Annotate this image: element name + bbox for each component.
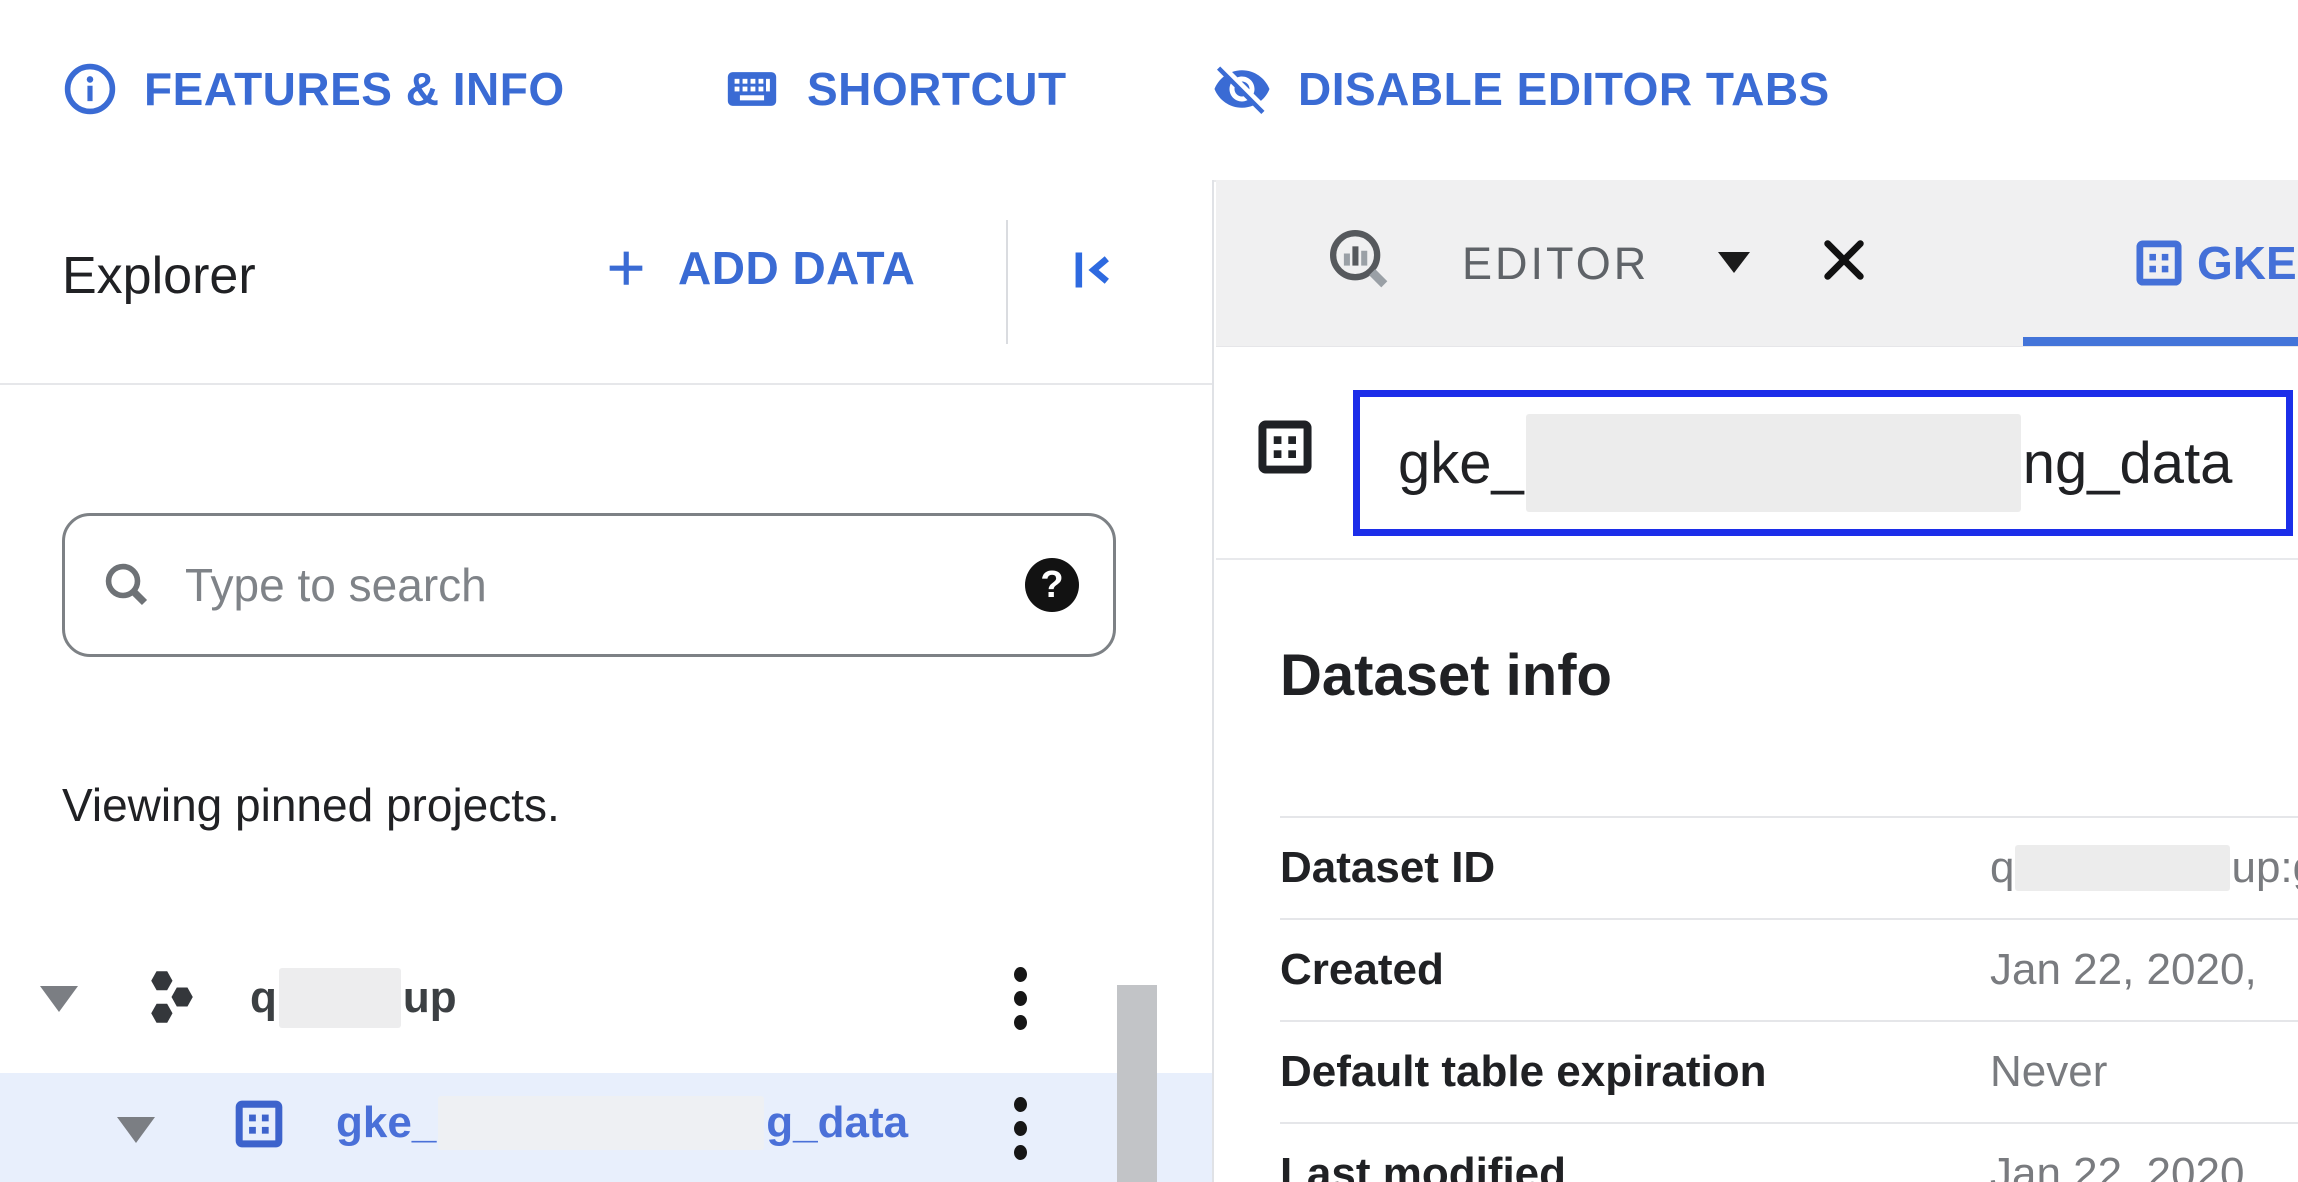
section-divider [1216,558,2298,560]
top-toolbar: FEATURES & INFO SHORTCUT DISAB [0,0,2298,182]
disable-editor-tabs-label: DISABLE EDITOR TABS [1298,62,1830,116]
row-label: Default table expiration [1280,1047,1767,1097]
dataset-title-field[interactable]: gke_ ng_data [1353,390,2293,536]
project-hexagons-icon [140,960,204,1034]
tree-row-project[interactable]: q up [0,950,1212,1046]
expander-triangle-icon[interactable] [117,1117,155,1143]
workspace-panel: EDITOR GKE [1216,180,2298,1182]
expander-triangle-icon[interactable] [40,986,78,1012]
editor-tab-bar: EDITOR GKE [1216,180,2298,347]
features-info-label: FEATURES & INFO [144,62,565,116]
dataset-title-prefix: gke_ [1398,430,1524,497]
dataset-title-suffix: ng_data [2023,430,2233,497]
dataset-name-prefix: gke_ [336,1098,436,1148]
dataset-info-heading: Dataset info [1280,642,1612,709]
add-data-button[interactable]: ADD DATA [598,240,915,296]
dataset-icon [2131,235,2187,291]
active-tab-indicator [2023,337,2298,346]
search-box: ? [62,513,1116,657]
row-value-suffix: up:gke_ [2231,843,2298,893]
explorer-header: Explorer ADD DATA [0,180,1212,385]
editor-tab-label[interactable]: EDITOR [1462,238,1649,290]
explorer-panel: Explorer ADD DATA ? Viewing pinned proj [0,180,1214,1182]
row-value-prefix: q [1990,843,2014,893]
features-info-button[interactable]: FEATURES & INFO [62,0,565,178]
redaction-box [279,968,401,1028]
row-label: Created [1280,945,1444,995]
keyboard-icon [723,60,781,118]
dataset-name-suffix: g_data [766,1098,908,1148]
explorer-title: Explorer [62,246,256,306]
dataset-name: gke_ g_data [336,1073,908,1173]
kebab-menu-icon[interactable] [1014,967,1027,1030]
close-icon[interactable] [1816,232,1872,288]
table-row-dataset-id: Dataset ID q up:gke_ [1280,816,2298,918]
kebab-menu-icon[interactable] [1014,1097,1027,1160]
info-icon [62,61,118,117]
dataset-icon [230,1095,288,1153]
plus-icon [598,240,654,296]
tab-gke-dataset[interactable]: GKE [2023,180,2298,346]
help-icon[interactable]: ? [1025,558,1079,612]
row-value: q up:gke_ [1990,843,2298,893]
row-value: Never [1990,1047,2107,1097]
tab-gke-label: GKE [2197,236,2297,290]
project-name: q up [250,950,457,1046]
add-data-label: ADD DATA [678,241,915,295]
search-icon [99,557,155,613]
table-row-last-modified: Last modified Jan 22, 2020, [1280,1122,2298,1182]
eye-off-icon [1212,59,1272,119]
table-row-default-table-expiration: Default table expiration Never [1280,1020,2298,1122]
row-label: Dataset ID [1280,843,1495,893]
query-editor-icon[interactable] [1326,226,1392,292]
header-divider [1006,220,1008,344]
scrollbar-thumb[interactable] [1117,985,1157,1182]
dataset-info-table: Dataset ID q up:gke_ Created Jan 22, 202… [1280,816,2298,1182]
dataset-icon [1252,414,1318,480]
search-input[interactable] [183,557,1025,613]
row-value: Jan 22, 2020, [1990,945,2257,995]
project-name-prefix: q [250,973,277,1023]
redaction-box [438,1096,764,1150]
shortcut-label: SHORTCUT [807,62,1067,116]
collapse-panel-icon[interactable] [1066,242,1122,298]
shortcut-button[interactable]: SHORTCUT [723,0,1067,178]
disable-editor-tabs-button[interactable]: DISABLE EDITOR TABS [1212,0,1830,178]
project-name-suffix: up [403,973,457,1023]
tree-row-dataset-selected[interactable]: gke_ g_data [0,1073,1212,1182]
row-value: Jan 22, 2020, [1990,1149,2257,1182]
redaction-box [2015,845,2230,891]
table-row-created: Created Jan 22, 2020, [1280,918,2298,1020]
viewing-pinned-projects-note: Viewing pinned projects. [62,778,560,832]
row-label: Last modified [1280,1149,1566,1182]
dropdown-caret-icon[interactable] [1718,252,1750,273]
redaction-box [1526,414,2021,512]
